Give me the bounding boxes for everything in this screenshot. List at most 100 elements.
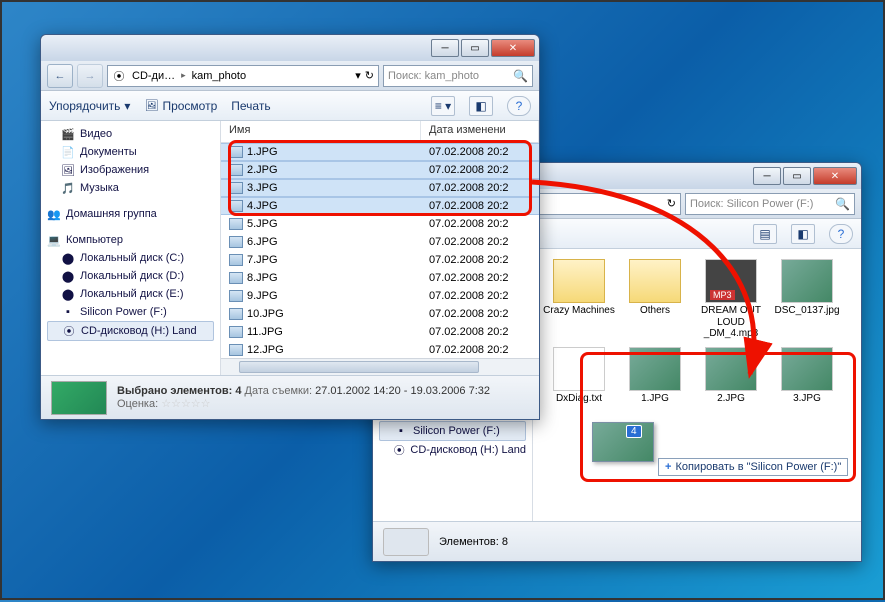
nav-computer[interactable]: 💻Компьютер: [47, 231, 214, 249]
organize-button[interactable]: Упорядочить ▾: [49, 99, 130, 113]
file-name: 5.JPG: [247, 218, 278, 230]
minimize-button[interactable]: ─: [431, 39, 459, 57]
refresh-icon[interactable]: ↻: [667, 197, 676, 210]
nav-label: Изображения: [80, 164, 149, 176]
drive-icon: ▪: [61, 305, 75, 319]
col-name[interactable]: Имя: [221, 121, 421, 142]
search-box[interactable]: Поиск: kam_photo 🔍: [383, 65, 533, 87]
forward-button[interactable]: →: [77, 64, 103, 88]
file-row[interactable]: 9.JPG07.02.2008 20:2: [221, 287, 539, 305]
nav-label: Silicon Power (F:): [80, 306, 167, 318]
preview-icon: 🖼: [144, 99, 158, 113]
view-button[interactable]: ▤: [753, 224, 777, 244]
col-date[interactable]: Дата изменени: [421, 121, 539, 142]
nav-library-item[interactable]: 📄Документы: [47, 143, 214, 161]
nav-homegroup[interactable]: 👥Домашняя группа: [47, 205, 214, 223]
item-label: DREAM OUT LOUD _DM_4.mp3: [695, 305, 767, 339]
file-row[interactable]: 1.JPG07.02.2008 20:2: [221, 143, 539, 161]
file-item[interactable]: DSC_0137.jpg: [771, 259, 843, 339]
file-item[interactable]: Others: [619, 259, 691, 339]
nav-drive-item[interactable]: ▪ Silicon Power (F:): [47, 303, 214, 321]
drive-icon: ⬤: [61, 269, 75, 283]
help-button[interactable]: ?: [507, 96, 531, 116]
back-button[interactable]: ←: [47, 64, 73, 88]
column-headers[interactable]: Имя Дата изменени: [221, 121, 539, 143]
file-row[interactable]: 10.JPG07.02.2008 20:2: [221, 305, 539, 323]
file-date: 07.02.2008 20:2: [421, 236, 539, 248]
nav-drive-item[interactable]: ⬤Локальный диск (D:): [47, 267, 214, 285]
nav-pane[interactable]: 🎬Видео📄Документы🖼Изображения🎵Музыка 👥Дом…: [41, 121, 221, 375]
file-row[interactable]: 7.JPG07.02.2008 20:2: [221, 251, 539, 269]
file-item[interactable]: DREAM OUT LOUD _DM_4.mp3: [695, 259, 767, 339]
dropdown-icon[interactable]: ▾: [355, 69, 361, 82]
drag-copy-tooltip: + Копировать в "Silicon Power (F:)": [658, 458, 848, 476]
explorer-window-source[interactable]: ─ ▭ ✕ ← → ⦿ CD-ди… ▸ kam_photo ▾ ↻ Поиск…: [40, 34, 540, 420]
item-label: 2.JPG: [717, 393, 745, 405]
nav-library-item[interactable]: 🖼Изображения: [47, 161, 214, 179]
minimize-button[interactable]: ─: [753, 167, 781, 185]
file-name: 10.JPG: [247, 308, 284, 320]
scrollbar-horizontal[interactable]: [221, 358, 539, 375]
view-button[interactable]: ≡ ▾: [431, 96, 455, 116]
drag-ghost-image: [592, 422, 654, 462]
nav-row: ← → ⦿ CD-ди… ▸ kam_photo ▾ ↻ Поиск: kam_…: [41, 61, 539, 91]
content-area[interactable]: Имя Дата изменени 1.JPG07.02.2008 20:22.…: [221, 121, 539, 375]
file-row[interactable]: 3.JPG07.02.2008 20:2: [221, 179, 539, 197]
maximize-button[interactable]: ▭: [461, 39, 489, 57]
file-date: 07.02.2008 20:2: [421, 326, 539, 338]
nav-drive-item[interactable]: ⬤Локальный диск (C:): [47, 249, 214, 267]
nav-library-item[interactable]: 🎬Видео: [47, 125, 214, 143]
preview-button[interactable]: 🖼Просмотр: [144, 99, 217, 113]
refresh-icon[interactable]: ↻: [365, 69, 374, 82]
file-icon: [229, 326, 243, 338]
library-icon: 📄: [61, 145, 75, 159]
scrollbar-thumb[interactable]: [239, 361, 479, 373]
file-row[interactable]: 8.JPG07.02.2008 20:2: [221, 269, 539, 287]
icon-view[interactable]: Crazy Machines Others DREAM OUT LOUD _DM_4…: [533, 249, 861, 521]
print-button[interactable]: Печать: [231, 99, 270, 113]
item-thumbnail: [629, 259, 681, 303]
item-thumbnail: [781, 259, 833, 303]
content-area[interactable]: Crazy Machines Others DREAM OUT LOUD _DM_4…: [533, 249, 861, 521]
file-row[interactable]: 5.JPG07.02.2008 20:2: [221, 215, 539, 233]
file-item[interactable]: DxDiag.txt: [543, 347, 615, 405]
file-date: 07.02.2008 20:2: [421, 164, 539, 176]
file-item[interactable]: Crazy Machines: [543, 259, 615, 339]
file-item[interactable]: 2.JPG: [695, 347, 767, 405]
item-label: Others: [640, 305, 670, 317]
toolbar: Упорядочить ▾ 🖼Просмотр Печать ≡ ▾ ◧ ?: [41, 91, 539, 121]
nav-drive-item[interactable]: ⦿CD-дисковод (H:) Land: [47, 321, 214, 341]
file-row[interactable]: 2.JPG 07.02.2008 20:2: [221, 161, 539, 179]
breadcrumb-2[interactable]: kam_photo: [190, 70, 248, 82]
file-row[interactable]: 4.JPG07.02.2008 20:2: [221, 197, 539, 215]
drag-tooltip-text: Копировать в "Silicon Power (F:)": [675, 461, 841, 473]
nav-drive-item[interactable]: ⬤Локальный диск (E:): [47, 285, 214, 303]
item-label: 1.JPG: [641, 393, 669, 405]
file-icon: [229, 272, 243, 284]
breadcrumb-1[interactable]: CD-ди…: [130, 70, 177, 82]
preview-pane-button[interactable]: ◧: [469, 96, 493, 116]
file-item[interactable]: 1.JPG: [619, 347, 691, 405]
maximize-button[interactable]: ▭: [783, 167, 811, 185]
close-button[interactable]: ✕: [813, 167, 857, 185]
file-row[interactable]: 11.JPG07.02.2008 20:2: [221, 323, 539, 341]
close-button[interactable]: ✕: [491, 39, 535, 57]
nav-drive-item[interactable]: ⦿CD-дисковод (H:) Land: [379, 441, 526, 459]
drag-count-badge: 4: [626, 425, 642, 438]
help-button[interactable]: ?: [829, 224, 853, 244]
file-row[interactable]: 6.JPG07.02.2008 20:2: [221, 233, 539, 251]
file-row[interactable]: 12.JPG07.02.2008 20:2: [221, 341, 539, 358]
nav-drive-item[interactable]: ▪Silicon Power (F:): [379, 421, 526, 441]
file-name: 2.JPG: [247, 164, 278, 176]
item-label: 3.JPG: [793, 393, 821, 405]
file-item[interactable]: 3.JPG: [771, 347, 843, 405]
nav-library-item[interactable]: 🎵Музыка: [47, 179, 214, 197]
file-list[interactable]: 1.JPG07.02.2008 20:2 2.JPG 07.02.2008 20:2…: [221, 143, 539, 358]
status-thumbnail: [51, 381, 107, 415]
titlebar[interactable]: ─ ▭ ✕: [41, 35, 539, 61]
status-rating-stars[interactable]: ☆☆☆☆☆: [161, 398, 210, 410]
search-box[interactable]: Поиск: Silicon Power (F:) 🔍: [685, 193, 855, 215]
search-placeholder: Поиск: Silicon Power (F:): [690, 198, 813, 210]
preview-pane-button[interactable]: ◧: [791, 224, 815, 244]
address-bar[interactable]: ⦿ CD-ди… ▸ kam_photo ▾ ↻: [107, 65, 379, 87]
